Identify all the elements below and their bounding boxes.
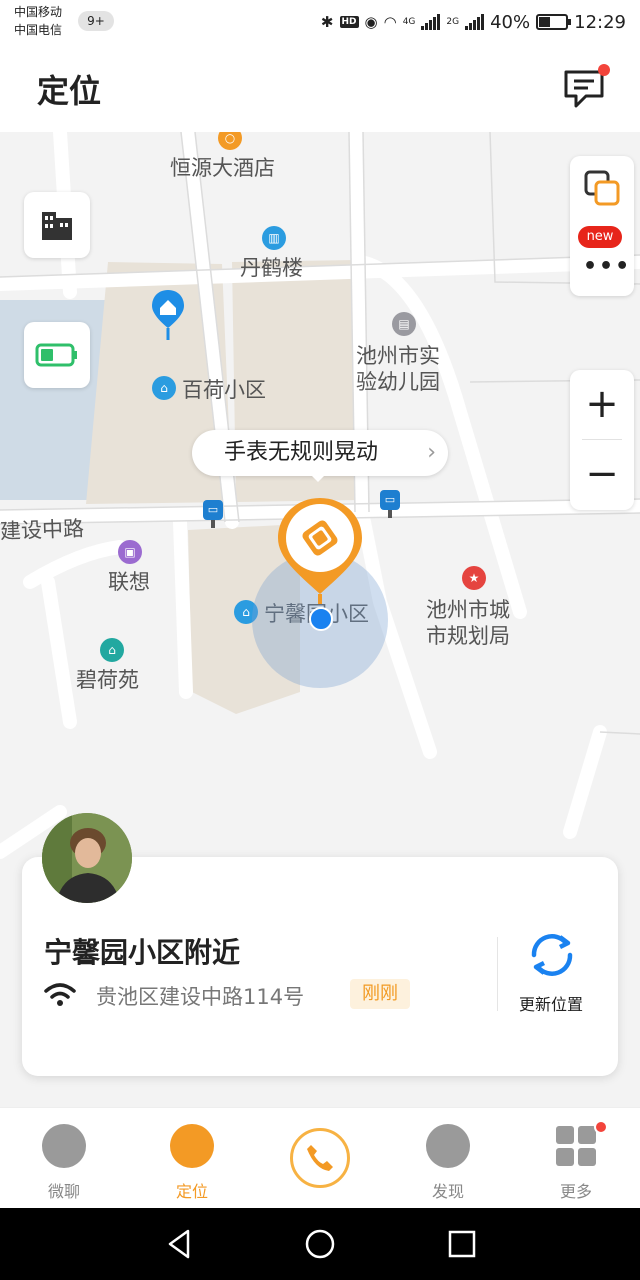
- status-icons: ✱ HD ◉ ◠ 4G 2G 40% 12:29: [321, 8, 626, 36]
- location-title: 宁馨园小区附近: [44, 936, 241, 969]
- chat-icon: [42, 1124, 86, 1168]
- poi-bihe: 碧荷苑: [76, 668, 139, 692]
- more-grid-icon: [556, 1126, 596, 1166]
- refresh-icon: [531, 934, 573, 976]
- app-header: 定位: [0, 44, 640, 132]
- message-button[interactable]: [562, 64, 612, 112]
- tab-more[interactable]: 更多: [526, 1108, 626, 1208]
- poi-baihe: 百荷小区: [182, 378, 266, 402]
- tab-chat-label: 微聊: [47, 1182, 80, 1201]
- tab-chat[interactable]: 微聊: [14, 1108, 114, 1208]
- poi-residence-icon: ⌂: [152, 376, 176, 400]
- network-type-2: 2G: [446, 17, 460, 27]
- avatar-image: [42, 813, 132, 903]
- poi-shop-icon: ▣: [118, 540, 142, 564]
- unread-dot: [598, 64, 610, 76]
- tab-bar: 微聊 定位 发现 更多: [0, 1107, 640, 1208]
- more-badge-dot: [594, 1120, 608, 1134]
- building-icon: [42, 212, 72, 240]
- device-battery-icon: [35, 343, 77, 367]
- zoom-out-button[interactable]: −: [570, 442, 634, 510]
- home-icon[interactable]: [304, 1228, 336, 1260]
- poi-hotel: 恒源大酒店: [170, 156, 275, 180]
- card-divider: [497, 937, 498, 1011]
- eye-icon: ◉: [364, 13, 378, 31]
- poi-government-icon: ★: [462, 566, 486, 590]
- phone-icon: [307, 1145, 333, 1171]
- home-pin-icon: [152, 290, 184, 340]
- alert-bubble[interactable]: 手表无规则晃动 ›: [192, 430, 448, 482]
- address-text: 贵池区建设中路114号: [96, 985, 305, 1009]
- map-tools-panel: new •••: [570, 156, 634, 296]
- alert-text: 手表无规则晃动: [224, 440, 379, 465]
- system-nav-bar: [0, 1208, 640, 1280]
- bluetooth-icon: ✱: [320, 13, 334, 31]
- battery-percent: 40%: [490, 11, 531, 33]
- notification-count: 9+: [78, 11, 114, 31]
- wifi-icon: [44, 983, 76, 1006]
- network-type-1: 4G: [402, 17, 416, 27]
- status-bar: 中国移动 中国电信 9+ ✱ HD ◉ ◠ 4G 2G 40% 12:29: [0, 0, 640, 44]
- recents-icon[interactable]: [446, 1228, 478, 1260]
- location-icon: [170, 1124, 214, 1168]
- battery-icon: [536, 14, 572, 30]
- tab-discover-label: 发现: [431, 1182, 464, 1201]
- zoom-control: + −: [570, 370, 634, 510]
- more-options-icon[interactable]: •••: [583, 254, 631, 279]
- tab-discover[interactable]: 发现: [398, 1108, 498, 1208]
- chevron-right-icon: ›: [427, 440, 436, 465]
- avatar[interactable]: [42, 813, 132, 903]
- wifi-status-icon: ◠: [383, 13, 397, 31]
- tab-more-label: 更多: [559, 1182, 592, 1201]
- poi-planning-line2: 市规划局: [426, 624, 510, 648]
- new-badge: new: [578, 226, 622, 248]
- clock: 12:29: [574, 11, 626, 33]
- carrier-1: 中国移动: [14, 5, 63, 19]
- signal-icon-2: [465, 14, 485, 30]
- discover-icon: [426, 1124, 470, 1168]
- call-button[interactable]: [290, 1128, 350, 1188]
- refresh-label: 更新位置: [518, 995, 583, 1014]
- signal-icon: [421, 14, 441, 30]
- battery-status-button[interactable]: [24, 322, 90, 388]
- poi-road: 建设中路: [0, 516, 85, 544]
- hd-icon: HD: [339, 16, 359, 28]
- tab-location[interactable]: 定位: [142, 1108, 242, 1208]
- poi-building-icon: ▥: [262, 226, 286, 250]
- refresh-location-button[interactable]: 更新位置: [504, 929, 598, 1019]
- tab-location-label: 定位: [175, 1182, 208, 1201]
- poi-kindergarten-line2: 验幼儿园: [356, 370, 440, 394]
- poi-school-icon: ▤: [392, 312, 416, 336]
- page-title: 定位: [37, 72, 102, 110]
- watch-location-pin[interactable]: [276, 496, 364, 606]
- carrier-2: 中国电信: [14, 23, 63, 37]
- zoom-in-button[interactable]: +: [570, 370, 634, 438]
- zoom-divider: [582, 439, 622, 440]
- back-icon[interactable]: [164, 1228, 196, 1260]
- update-time-badge: 刚刚: [350, 979, 410, 1009]
- poi-lianxiang: 联想: [108, 570, 150, 594]
- poi-danhe: 丹鹤楼: [240, 256, 303, 280]
- bus-stop-icon: ▭: [203, 500, 223, 528]
- poi-bihe-icon: ⌂: [100, 638, 124, 662]
- bus-stop-icon-2: ▭: [380, 490, 400, 518]
- current-location-dot: [309, 607, 333, 631]
- layers-icon[interactable]: [582, 168, 622, 208]
- building-view-button[interactable]: [24, 192, 90, 258]
